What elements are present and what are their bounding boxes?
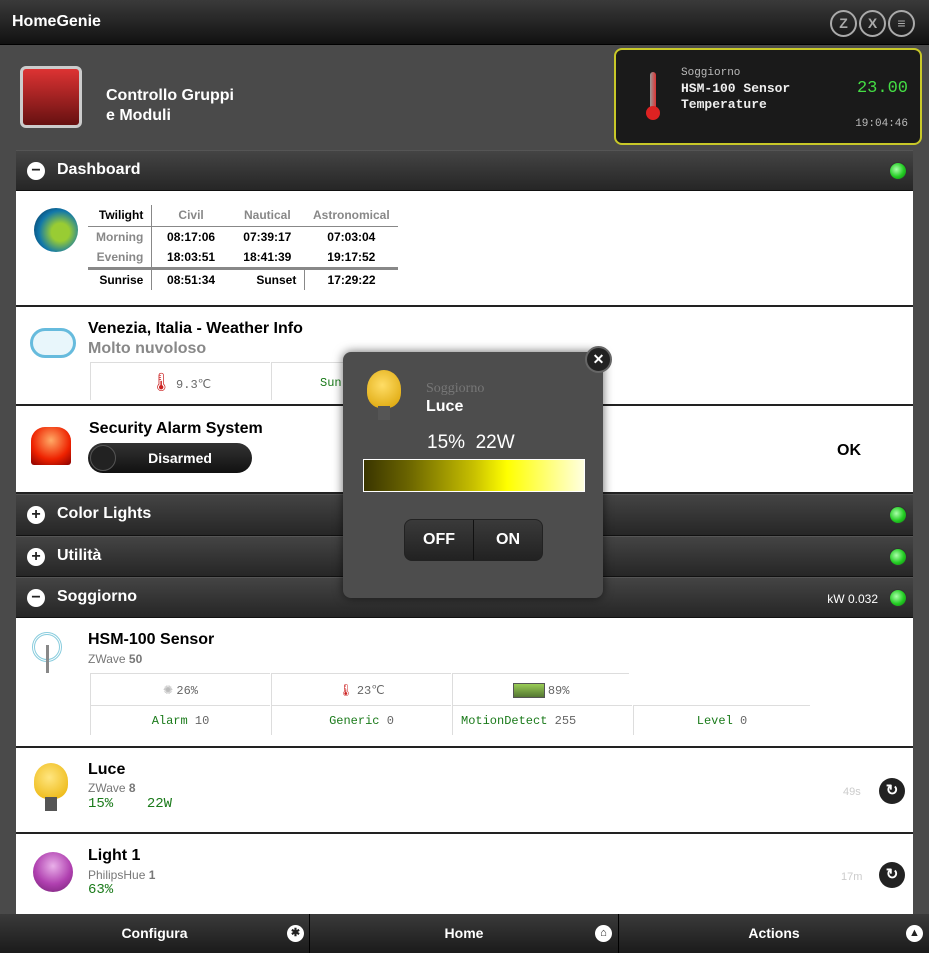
param-generic: Generic 0 <box>271 705 451 735</box>
on-button[interactable]: ON <box>474 520 542 560</box>
alarm-status: OK <box>837 442 861 459</box>
zwave-icon[interactable]: Z <box>830 10 857 37</box>
param-motiondetect: MotionDetect 255 <box>452 705 632 735</box>
group-power: kW 0.032 <box>827 592 878 606</box>
x10-icon[interactable]: X <box>859 10 886 37</box>
alarm-title: Security Alarm System <box>89 420 263 437</box>
popup-name: Luce <box>426 398 464 415</box>
off-button[interactable]: OFF <box>405 520 474 560</box>
chevron-up-icon: ▲ <box>906 925 923 942</box>
sensor-widget[interactable]: Soggiorno HSM-100 Sensor Temperature 23.0… <box>614 48 922 145</box>
widget-time: 19:04:46 <box>855 118 908 130</box>
group-dashboard[interactable]: − Dashboard <box>16 150 913 191</box>
module-popup: Soggiorno Luce 15% 22W OFF ON <box>343 352 603 598</box>
weather-temperature-cell: 🌡 9.3℃ <box>90 362 270 400</box>
home-button[interactable]: Home ⌂ <box>310 914 619 953</box>
hue-bulb-icon <box>33 852 73 892</box>
widget-name: HSM-100 Sensor Temperature <box>681 81 791 112</box>
app-title: HomeGenie <box>12 13 101 30</box>
popup-group: Soggiorno <box>426 381 485 396</box>
refresh-icon[interactable]: ↻ <box>879 862 905 888</box>
status-led-icon <box>889 161 907 180</box>
luminance-cell: ✺ 26% <box>90 673 270 705</box>
home-icon: ⌂ <box>595 925 612 942</box>
alarm-light-icon <box>31 427 71 465</box>
collapse-icon: − <box>27 588 45 607</box>
module-address: ZWave 50 <box>88 652 143 666</box>
module-name: HSM-100 Sensor <box>88 631 215 648</box>
weather-title: Venezia, Italia - Weather Info <box>88 320 303 337</box>
temperature-cell: 🌡 23℃ <box>271 673 451 705</box>
bulb-icon <box>367 370 401 408</box>
module-status: 63% <box>88 882 114 898</box>
battery-icon <box>512 683 545 699</box>
battery-cell: 89% <box>452 673 629 705</box>
level-slider[interactable] <box>363 459 585 492</box>
module-name: Light 1 <box>88 847 141 864</box>
module-address: PhilipsHue 1 <box>88 868 156 882</box>
bulb-icon <box>34 763 68 799</box>
status-led-icon <box>889 506 907 524</box>
on-off-buttons: OFF ON <box>404 519 543 561</box>
popup-status: 15% 22W <box>427 432 515 453</box>
status-led-icon <box>889 588 907 607</box>
insteon-icon[interactable]: ≡ <box>888 10 915 37</box>
module-address: ZWave 8 <box>88 781 136 795</box>
param-alarm: Alarm 10 <box>90 705 270 735</box>
page-title: Controllo Gruppi e Moduli <box>106 87 234 124</box>
expand-icon: + <box>27 547 45 566</box>
configure-button[interactable]: Configura ✱ <box>0 914 310 953</box>
gear-icon: ✱ <box>287 925 304 942</box>
last-update: 49s <box>843 786 861 798</box>
alarm-toggle[interactable]: Disarmed <box>88 443 252 473</box>
weather-condition: Molto nuvoloso <box>88 340 207 357</box>
param-level: Level 0 <box>633 705 810 735</box>
top-bar <box>0 0 929 45</box>
close-icon[interactable]: ✕ <box>585 346 612 373</box>
module-status: 15% 22W <box>88 796 173 812</box>
actions-button[interactable]: Actions ▲ <box>619 914 929 953</box>
widget-group: Soggiorno <box>681 67 741 79</box>
collapse-icon[interactable]: − <box>27 161 45 180</box>
status-led-icon <box>889 547 907 566</box>
globe-icon <box>34 208 78 252</box>
cloud-moon-icon <box>30 328 76 358</box>
last-update: 17m <box>841 871 863 883</box>
control-panel-icon <box>20 66 82 128</box>
widget-value: 23.00 <box>856 79 908 98</box>
twilight-table: Twilight Civil Nautical Astronomical Mornin… <box>88 205 398 290</box>
refresh-icon[interactable]: ↻ <box>879 778 905 804</box>
expand-icon: + <box>27 506 45 524</box>
luce-module[interactable] <box>16 748 913 834</box>
module-name: Luce <box>88 761 126 778</box>
